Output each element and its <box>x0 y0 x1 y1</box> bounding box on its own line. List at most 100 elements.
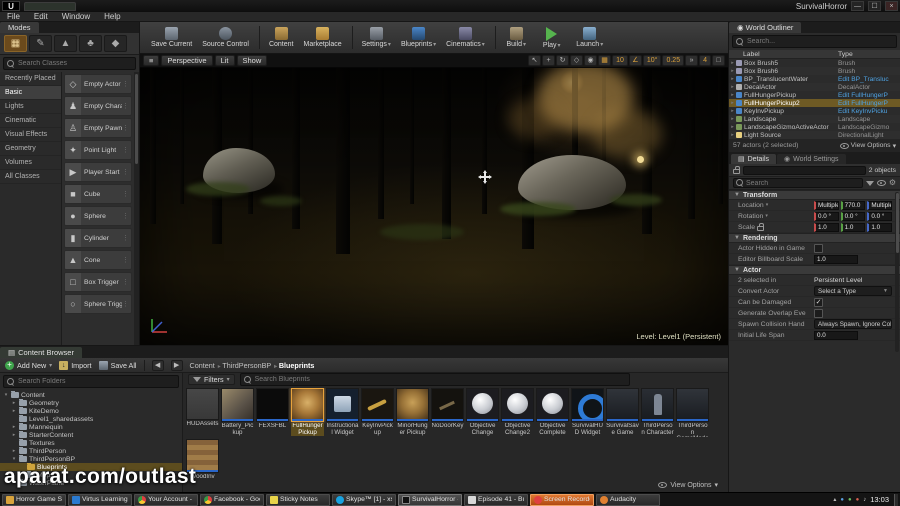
content-browser-tab[interactable]: ▤ Content Browser <box>0 347 82 358</box>
expand-arrow-icon[interactable]: ▸ <box>729 60 736 66</box>
actor-type-link[interactable]: Edit BP_Transluc <box>838 76 900 83</box>
placeable-item[interactable]: □ Box Trigger ⋮ <box>64 272 132 292</box>
actor-type-link[interactable]: Edit FullHungerP <box>838 100 900 107</box>
asset-tile[interactable]: ThirdPerson GameMode <box>676 388 709 437</box>
toolbar-button[interactable]: Play▾ <box>533 26 571 50</box>
rotation-snap-icon[interactable]: ∠ <box>628 55 642 66</box>
taskbar-item[interactable]: Your Account - Goo... <box>134 493 198 506</box>
show-button[interactable]: Show <box>236 55 268 66</box>
placeable-item[interactable]: ▮ Cylinder ⋮ <box>64 228 132 248</box>
rotation-y-field[interactable]: 0.0 ° <box>840 211 866 221</box>
asset-search-input[interactable] <box>254 376 626 383</box>
placeable-item[interactable]: ○ Sphere Trigger ⋮ <box>64 294 132 314</box>
menu-item[interactable]: Window <box>55 12 97 21</box>
placeable-item[interactable]: ✦ Point Light ⋮ <box>64 140 132 160</box>
generate-overlap-checkbox[interactable] <box>814 308 823 318</box>
details-search-input[interactable] <box>746 179 860 187</box>
folder-tree-item[interactable]: ▸ KiteDemo <box>0 407 182 415</box>
placeable-item[interactable]: ■ Cube ⋮ <box>64 184 132 204</box>
outliner-view-options[interactable]: View Options ▾ <box>839 142 896 150</box>
asset-tile[interactable]: Objective Change <box>466 388 499 437</box>
perspective-button[interactable]: Perspective <box>161 55 213 66</box>
expand-arrow-icon[interactable]: ▸ <box>729 68 736 74</box>
maximize-viewport-icon[interactable]: □ <box>712 55 725 66</box>
minimize-button[interactable]: — <box>851 1 864 11</box>
content-view-options[interactable]: View Options ▾ <box>658 481 718 489</box>
asset-tile[interactable]: HUDAssets <box>186 388 219 437</box>
folder-tree-item[interactable]: ▸ StarterContent <box>0 431 182 439</box>
move-tool-icon[interactable]: + <box>542 55 556 66</box>
outliner-row[interactable]: ▸ LandscapeGizmoActiveActor LandscapeGiz… <box>729 123 900 131</box>
outliner-row[interactable]: ▸ BP_TranslucentWater Edit BP_Transluc <box>729 75 900 83</box>
expand-arrow-icon[interactable]: ▸ <box>729 92 736 98</box>
outliner-row[interactable]: ▸ DecalActor DecalActor <box>729 83 900 91</box>
close-button[interactable]: × <box>885 1 898 11</box>
scale-lock-icon[interactable] <box>757 223 765 231</box>
scale-x-field[interactable]: 1.0 <box>814 222 839 232</box>
section-rendering[interactable]: ▼ Rendering <box>729 233 900 243</box>
outliner-row[interactable]: ▸ KeyInvPickup Edit KeyInvPicku <box>729 107 900 115</box>
expand-arrow-icon[interactable]: ▸ <box>729 124 736 130</box>
eye-icon[interactable] <box>876 180 886 186</box>
modes-tab[interactable]: Modes <box>0 22 39 33</box>
rotation-x-field[interactable]: 0.0 ° <box>814 211 839 221</box>
asset-tile[interactable]: FullHunger Pickup <box>291 388 324 437</box>
folder-tree-item[interactable]: ▾ ThirdPersonBP <box>0 455 182 463</box>
tray-icon[interactable]: ♪ <box>863 494 866 506</box>
object-name-field[interactable] <box>743 165 866 175</box>
taskbar-item[interactable]: Audacity <box>596 493 660 506</box>
tray-icon[interactable]: ● <box>840 494 844 506</box>
modes-category[interactable]: Lights <box>0 100 61 114</box>
expand-arrow-icon[interactable]: ▸ <box>729 132 736 138</box>
add-new-button[interactable]: + Add New ▾ <box>5 360 52 370</box>
expand-arrow-icon[interactable]: ▸ <box>729 116 736 122</box>
mode-tool-button[interactable]: ▲ <box>54 35 77 52</box>
toolbar-button[interactable]: Settings▾ <box>351 26 396 49</box>
actor-type-link[interactable]: DecalActor <box>838 84 900 91</box>
tab-details[interactable]: ▤ Details <box>731 154 777 164</box>
scale-y-field[interactable]: 1.0 <box>840 222 866 232</box>
modes-category[interactable]: Cinematic <box>0 114 61 128</box>
folder-tree-item[interactable]: Textures <box>0 439 182 447</box>
taskbar-item[interactable]: Virtus Learning Hub - <box>68 493 132 506</box>
placeable-item[interactable]: ▲ Cone ⋮ <box>64 250 132 270</box>
gear-icon[interactable]: ⚙ <box>889 179 896 187</box>
toolbar-button[interactable]: Blueprints▾ <box>396 26 441 49</box>
tray-icon[interactable]: ● <box>856 494 860 506</box>
outliner-row[interactable]: ▸ Landscape Landscape <box>729 115 900 123</box>
folder-tree-item[interactable]: ▸ ThirdPerson <box>0 447 182 455</box>
rotation-snap-value[interactable]: 10° <box>642 55 662 66</box>
rotate-tool-icon[interactable]: ↻ <box>556 55 570 66</box>
grid-snap-icon[interactable]: ▦ <box>598 55 612 66</box>
menu-item[interactable]: File <box>0 12 27 21</box>
view-mode-button[interactable]: Lit <box>214 55 235 66</box>
spawn-collision-dropdown[interactable]: Always Spawn, Ignore Collisions▼ <box>814 319 892 329</box>
can-be-damaged-checkbox[interactable] <box>814 297 823 307</box>
asset-tile[interactable]: Battery_Pickup <box>221 388 254 437</box>
actor-type-link[interactable]: LandscapeGizmo <box>838 124 900 131</box>
actor-type-link[interactable]: Brush <box>838 60 900 67</box>
section-transform[interactable]: ▼ Transform <box>729 190 900 200</box>
breadcrumb-segment[interactable]: Blueprints <box>274 361 315 370</box>
show-desktop-button[interactable] <box>894 493 898 506</box>
placeable-item[interactable]: ▶ Player Start ⋮ <box>64 162 132 182</box>
camera-speed-icon[interactable]: » <box>685 55 699 66</box>
modes-scrollbar[interactable] <box>134 72 139 345</box>
menu-item[interactable]: Edit <box>27 12 55 21</box>
modes-search-input[interactable] <box>18 60 132 67</box>
mode-tool-button[interactable]: ▦ <box>4 35 27 52</box>
breadcrumb-segment[interactable]: ThirdPersonBP <box>218 361 271 370</box>
folder-tree-item[interactable]: ▸ Geometry <box>0 399 182 407</box>
world-outliner-tab[interactable]: ◉ World Outliner <box>729 22 802 33</box>
tray-expand-icon[interactable]: ▴ <box>833 494 836 506</box>
scale-snap-value[interactable]: 0.25 <box>662 55 685 66</box>
modes-category[interactable]: All Classes <box>0 170 61 184</box>
expand-arrow-icon[interactable]: ▸ <box>729 100 736 106</box>
label-column-header[interactable]: Label <box>729 51 838 58</box>
toolbar-button[interactable]: Save Current▾ <box>146 26 197 49</box>
folder-tree-item[interactable]: ▸ Mannequin <box>0 423 182 431</box>
clock[interactable]: 13:03 <box>870 495 889 504</box>
folder-tree-item[interactable]: Level1_sharedassets <box>0 415 182 423</box>
outliner-search-input[interactable] <box>747 38 893 45</box>
rotation-z-field[interactable]: 0.0 ° <box>867 211 893 221</box>
